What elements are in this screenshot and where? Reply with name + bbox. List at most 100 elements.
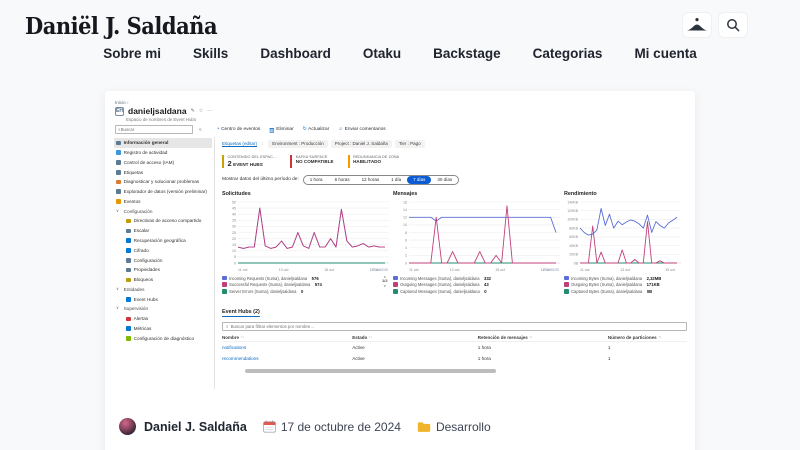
sidebar-item-event-hubs[interactable]: Event Hubs	[114, 295, 212, 305]
tag-pill[interactable]: Project : Daniel J. Saldaña	[331, 140, 392, 148]
legend-swatch	[393, 289, 398, 294]
nav-item-skills[interactable]: Skills	[193, 46, 228, 61]
time-range-option-7-dias[interactable]: 7 días	[407, 176, 431, 184]
time-range-option-1-hora[interactable]: 1 hora	[304, 176, 329, 184]
event-hubs-table-title[interactable]: Event Hubs (2)	[222, 309, 260, 317]
sidebar-item-etiquetas[interactable]: Etiquetas	[114, 167, 212, 177]
column-header-estado[interactable]: Estado↑↓	[352, 335, 478, 340]
legend-item[interactable]: Incoming Requests (Suma), danieljsaldana…	[222, 276, 390, 281]
metrics-icon	[126, 326, 131, 331]
theme-toggle-button[interactable]	[682, 12, 712, 38]
legend-item[interactable]: Outgoing Bytes (Suma), danieljsaldana171…	[564, 282, 682, 287]
legend-item[interactable]: Captured Messages (Suma), danieljsaldana…	[393, 289, 561, 294]
sidebar-item-label: Bloqueos	[134, 277, 154, 282]
sidebar-item-recuperacion-geografica[interactable]: Recuperación geográfica	[114, 236, 212, 246]
legend-item[interactable]: Server Errors (Suma), danieljsaldana0	[222, 289, 390, 294]
collapse-menu-icon[interactable]: «	[199, 127, 202, 133]
sidebar-item-configuracion-de-diagnostico[interactable]: Configuración de diagnóstico	[114, 334, 212, 344]
table-filter-input[interactable]	[231, 324, 683, 329]
sidebar-item-label: Configuración	[134, 258, 163, 263]
scale-icon	[126, 229, 131, 234]
svg-text:14: 14	[403, 208, 407, 212]
legend-item[interactable]: Incoming Bytes (Suma), danieljsaldana2,3…	[564, 276, 682, 281]
page: { "site": { "logo": "Daniël J. Saldaña",…	[0, 0, 800, 450]
legend-label: Outgoing Bytes (Suma), danieljsaldana	[571, 282, 642, 287]
sidebar-item-informacion-general[interactable]: Información general	[114, 138, 212, 148]
sidebar-item-eventos[interactable]: Eventos	[114, 197, 212, 207]
column-header-nombre[interactable]: Nombre↑↓	[222, 335, 352, 340]
svg-text:10: 10	[232, 249, 236, 253]
time-range-option-12-horas[interactable]: 12 horas	[356, 176, 386, 184]
nav-item-categorias[interactable]: Categorias	[533, 46, 603, 61]
svg-text:15 oct: 15 oct	[495, 268, 505, 272]
favorite-star-icon[interactable]: ☆	[199, 108, 203, 114]
legend-value: 0B	[647, 289, 652, 294]
sidebar-item-metricas[interactable]: Métricas	[114, 324, 212, 334]
sidebar-item-label: Supervisión	[124, 306, 149, 311]
resource-menu-search[interactable]: ⌕	[115, 125, 193, 134]
nav-item-otaku[interactable]: Otaku	[363, 46, 401, 61]
resource-menu-search-input[interactable]	[121, 127, 190, 132]
sidebar-item-diagnosticar-y-solucionar-problemas[interactable]: Diagnosticar y solucionar problemas	[114, 177, 212, 187]
sort-icon: ↑↓	[369, 335, 372, 339]
sidebar-item-configuracion[interactable]: ∨Configuración	[114, 206, 212, 216]
nav-item-dashboard[interactable]: Dashboard	[260, 46, 331, 61]
sidebar-item-cifrado[interactable]: Cifrado	[114, 246, 212, 256]
sidebar-item-control-de-acceso-iam[interactable]: Control de acceso (IAM)	[114, 158, 212, 168]
search-button[interactable]	[718, 12, 748, 38]
post-author[interactable]: Daniel J. Saldaña	[144, 420, 247, 434]
more-options-icon[interactable]: ⋯	[207, 108, 212, 114]
tag-pill[interactable]: Tier : Pago	[395, 140, 425, 148]
svg-text:13 oct: 13 oct	[620, 268, 630, 272]
sidebar-item-alertas[interactable]: Alertas	[114, 314, 212, 324]
toolbar-enviar-comentarios[interactable]: ☺Enviar comentarios	[338, 127, 385, 132]
group-chevron-icon: ∨	[116, 306, 121, 311]
sidebar-item-label: Escalar	[134, 228, 150, 233]
sidebar-item-entidades[interactable]: ∨Entidades	[114, 285, 212, 295]
column-header-numero-de-particiones[interactable]: Número de particiones↑↓	[608, 335, 687, 340]
sidebar-item-explorador-de-datos-version-preliminar[interactable]: Explorador de datos (versión preliminar)	[114, 187, 212, 197]
encryption-icon	[126, 248, 131, 253]
toolbar-centro-de-eventos[interactable]: +Centro de eventos	[217, 127, 261, 132]
sidebar-item-configuracion[interactable]: Configuración	[114, 255, 212, 265]
time-range-option-1-dia[interactable]: 1 día	[385, 176, 407, 184]
legend-item[interactable]: Captured Bytes (Suma), danieljsaldana0B	[564, 289, 682, 294]
horizontal-scrollbar[interactable]	[245, 369, 496, 373]
sidebar-item-directivas-de-acceso-compartido[interactable]: Directivas de acceso compartido	[114, 216, 212, 226]
nav-item-mi-cuenta[interactable]: Mi cuenta	[634, 46, 696, 61]
event-hub-link[interactable]: notifications	[222, 345, 352, 350]
nav-item-sobre-mi[interactable]: Sobre mi	[103, 46, 161, 61]
alerts-icon	[126, 317, 131, 322]
table-filter-search[interactable]: ⌕	[222, 322, 687, 331]
feedback-icon: ☺	[338, 127, 343, 132]
time-range-option-6-horas[interactable]: 6 horas	[329, 176, 356, 184]
legend-item[interactable]: Incoming Messages (Suma), danieljsaldana…	[393, 276, 561, 281]
chevron-down-icon[interactable]: ∨	[383, 284, 386, 288]
legend-label: Captured Messages (Suma), danieljsaldana	[400, 289, 480, 294]
toolbar-actualizar[interactable]: ↻Actualizar	[303, 127, 330, 132]
tag-pill[interactable]: Environment : Producción	[268, 140, 328, 148]
sidebar-item-registro-de-actividad[interactable]: Registro de actividad	[114, 148, 212, 158]
legend-item[interactable]: Outgoing Messages (Suma), danieljsaldana…	[393, 282, 561, 287]
legend-item[interactable]: Successful Requests (Suma), danieljsalda…	[222, 282, 390, 287]
breadcrumb-home-link[interactable]: Inicio	[115, 100, 126, 105]
sidebar-item-propiedades[interactable]: Propiedades	[114, 265, 212, 275]
svg-text:80KB: 80KB	[569, 226, 578, 230]
time-range-option-30-dias[interactable]: 30 días	[431, 176, 458, 184]
toolbar-eliminar[interactable]: Eliminar	[269, 127, 293, 133]
badge-count: 2	[228, 159, 232, 168]
sidebar-item-label: Etiquetas	[124, 170, 144, 175]
svg-text:0: 0	[405, 261, 407, 265]
tags-separator: :	[262, 141, 263, 146]
column-header-retencion-de-mensajes[interactable]: Retención de mensajes↑↓	[478, 335, 608, 340]
sidebar-item-supervision[interactable]: ∨Supervisión	[114, 304, 212, 314]
sidebar-item-bloqueos[interactable]: Bloqueos	[114, 275, 212, 285]
post-category[interactable]: Desarrollo	[436, 420, 491, 434]
edit-icon[interactable]: ✎	[191, 108, 195, 114]
event-hub-link[interactable]: recommendations	[222, 356, 352, 361]
site-logo[interactable]: Daniël J. Saldaña	[25, 12, 217, 40]
nav-item-backstage[interactable]: Backstage	[433, 46, 501, 61]
sidebar-item-escalar[interactable]: Escalar	[114, 226, 212, 236]
group-chevron-icon: ∨	[116, 209, 121, 214]
edit-tags-link[interactable]: Etiquetas (editar)	[222, 141, 257, 146]
